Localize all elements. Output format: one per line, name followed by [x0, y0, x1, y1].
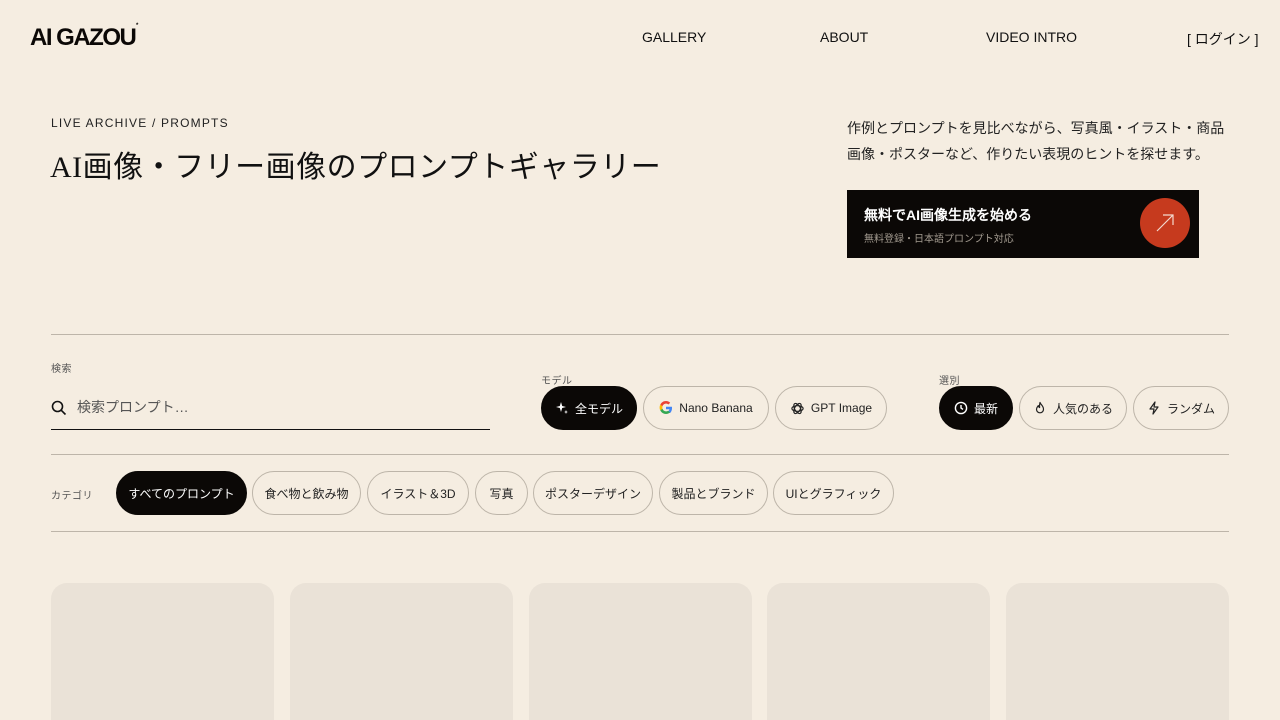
section-eyebrow: LIVE ARCHIVE / PROMPTS: [51, 116, 229, 130]
category-all-button[interactable]: すべてのプロンプト: [116, 471, 247, 515]
search-icon: [51, 400, 67, 416]
divider: [51, 531, 1229, 532]
nav-about[interactable]: ABOUT: [820, 29, 868, 45]
model-gpt-image-button[interactable]: GPT Image: [775, 386, 887, 430]
category-product-button[interactable]: 製品とブランド: [659, 471, 768, 515]
start-generation-button[interactable]: 無料でAI画像生成を始める 無料登録・日本語プロンプト対応: [847, 190, 1199, 258]
category-photo-button[interactable]: 写真: [475, 471, 528, 515]
model-nano-banana-label: Nano Banana: [679, 401, 753, 415]
category-poster-button[interactable]: ポスターデザイン: [533, 471, 653, 515]
gallery-card[interactable]: [1006, 583, 1229, 720]
nav-gallery[interactable]: GALLERY: [642, 29, 706, 45]
sort-random-label: ランダム: [1166, 401, 1215, 416]
divider: [51, 454, 1229, 455]
nav-video-intro[interactable]: VIDEO INTRO: [986, 29, 1077, 45]
search-input[interactable]: [77, 394, 477, 420]
divider: [51, 334, 1229, 335]
logo-mark: *: [135, 23, 139, 29]
gallery-card[interactable]: [290, 583, 513, 720]
flame-icon: [1035, 401, 1045, 414]
gallery-card[interactable]: [51, 583, 274, 720]
bolt-icon: [1149, 401, 1159, 415]
search-label: 検索: [51, 364, 72, 375]
category-illustration-button[interactable]: イラスト＆3D: [367, 471, 469, 515]
sparkle-icon: [555, 402, 568, 414]
clock-icon: [954, 401, 968, 415]
model-label: モデル: [541, 376, 573, 387]
gallery-card[interactable]: [767, 583, 990, 720]
model-all-button[interactable]: 全モデル: [541, 386, 637, 430]
search-box: [51, 386, 490, 430]
site-header: AI GAZOU * GALLERY ABOUT VIDEO INTRO [ ログ…: [0, 0, 1280, 76]
sort-popular-button[interactable]: 人気のある: [1019, 386, 1127, 430]
model-gpt-image-label: GPT Image: [810, 401, 873, 415]
openai-icon: [791, 402, 804, 414]
category-ui-button[interactable]: UIとグラフィック: [773, 471, 894, 515]
cta-title: 無料でAI画像生成を始める: [864, 207, 1032, 223]
logo-text: AI GAZOU: [30, 24, 137, 51]
sort-random-button[interactable]: ランダム: [1133, 386, 1229, 430]
category-food-button[interactable]: 食べ物と飲み物: [252, 471, 361, 515]
page-title: AI画像・フリー画像のプロンプトギャラリー: [50, 151, 662, 184]
sort-latest-button[interactable]: 最新: [939, 386, 1013, 430]
hero-description: 作例とプロンプトを見比べながら、写真風・イラスト・商品画像・ポスターなど、作りた…: [847, 120, 1225, 162]
sort-latest-label: 最新: [973, 401, 998, 416]
login-link[interactable]: [ ログイン ]: [1187, 29, 1259, 49]
arrow-up-right-icon: [1140, 198, 1190, 248]
logo[interactable]: AI GAZOU *: [30, 23, 139, 52]
sort-label: 選別: [939, 376, 960, 387]
model-all-label: 全モデル: [574, 401, 623, 416]
category-label: カテゴリ: [51, 491, 93, 502]
gallery-card[interactable]: [529, 583, 752, 720]
cta-subtitle: 無料登録・日本語プロンプト対応: [864, 234, 1014, 245]
model-nano-banana-button[interactable]: Nano Banana: [643, 386, 769, 430]
google-icon: [659, 401, 673, 414]
sort-popular-label: 人気のある: [1052, 401, 1113, 416]
